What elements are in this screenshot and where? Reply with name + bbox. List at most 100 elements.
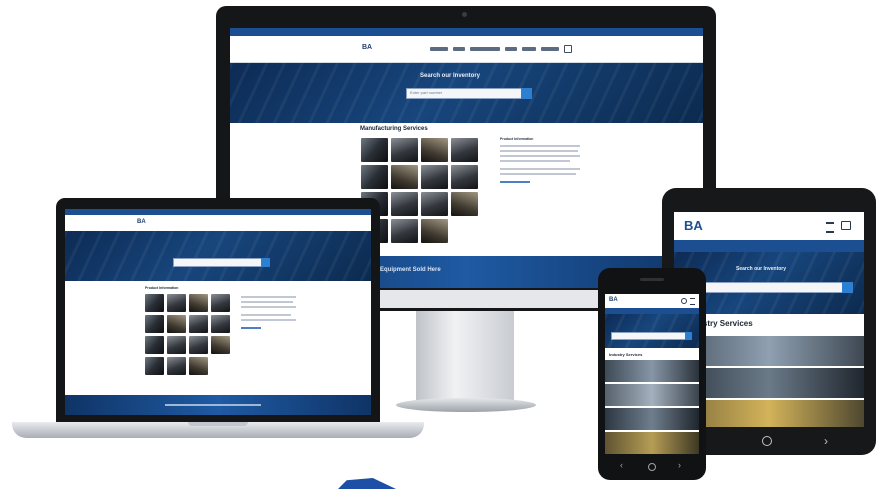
laptop-notch xyxy=(188,422,248,426)
desktop-search-placeholder: Enter part number xyxy=(410,90,443,95)
desktop-hero: Search our Inventory Enter part number xyxy=(230,63,703,123)
laptop-logo[interactable]: BA xyxy=(137,219,146,225)
phone-forward-icon[interactable]: › xyxy=(678,460,681,470)
laptop-text-line xyxy=(241,301,293,303)
desktop-text-line xyxy=(500,181,530,183)
thumb[interactable] xyxy=(391,138,418,162)
phone-section-title: Industry Services xyxy=(609,352,643,357)
desktop-logo[interactable]: BA xyxy=(362,44,372,51)
desktop-section-title: Manufacturing Services xyxy=(360,126,428,132)
phone-image-1[interactable] xyxy=(605,360,699,382)
thumb[interactable] xyxy=(391,192,418,216)
desktop-text-line xyxy=(500,145,580,147)
thumb[interactable] xyxy=(189,294,208,312)
phone-back-icon[interactable]: ‹ xyxy=(620,460,623,470)
laptop-text-line xyxy=(241,306,296,308)
desktop-text-line xyxy=(500,150,578,152)
desktop-text-line xyxy=(500,168,580,170)
laptop-text-line xyxy=(241,327,261,329)
thumb[interactable] xyxy=(421,165,448,189)
tablet-hero-title: Search our Inventory xyxy=(736,266,787,272)
laptop-footer-line xyxy=(165,404,261,406)
phone-search-button[interactable] xyxy=(685,332,692,340)
camera-dot xyxy=(462,12,467,17)
thumb[interactable] xyxy=(361,138,388,162)
phone-image-4[interactable] xyxy=(605,432,699,454)
laptop-text-line xyxy=(241,314,291,316)
nav-item-5[interactable] xyxy=(522,47,536,51)
tablet-cart-icon[interactable] xyxy=(841,221,851,230)
tablet-logo[interactable]: BA xyxy=(684,218,703,233)
tablet-nav-strip xyxy=(674,240,864,252)
phone-header: BA xyxy=(605,294,699,308)
laptop-text-line xyxy=(241,296,296,298)
thumb[interactable] xyxy=(391,219,418,243)
thumb[interactable] xyxy=(211,315,230,333)
phone-home-icon[interactable] xyxy=(648,463,656,471)
thumb[interactable] xyxy=(211,336,230,354)
nav-item-6[interactable] xyxy=(541,47,559,51)
tablet-home-icon[interactable] xyxy=(762,436,772,446)
nav-item-3[interactable] xyxy=(470,47,500,51)
desktop-text-line xyxy=(500,155,580,157)
thumb[interactable] xyxy=(421,192,448,216)
thumb[interactable] xyxy=(451,192,478,216)
thumb[interactable] xyxy=(189,357,208,375)
laptop-footer xyxy=(65,395,371,415)
phone-image-3[interactable] xyxy=(605,408,699,430)
phone-logo[interactable]: BA xyxy=(609,297,618,303)
laptop-search-input[interactable] xyxy=(173,258,263,267)
tablet-search-button[interactable] xyxy=(842,282,853,293)
nav-item-4[interactable] xyxy=(505,47,517,51)
thumb[interactable] xyxy=(189,336,208,354)
desktop-hero-title: Search our Inventory xyxy=(420,73,481,79)
utility-bar xyxy=(230,28,703,36)
tablet-forward-icon[interactable]: › xyxy=(824,434,828,448)
nav-item-1[interactable] xyxy=(430,47,448,51)
laptop-thumb-grid xyxy=(145,294,235,375)
thumb[interactable] xyxy=(145,357,164,375)
thumb[interactable] xyxy=(211,294,230,312)
thumb[interactable] xyxy=(361,165,388,189)
thumb[interactable] xyxy=(451,165,478,189)
tablet-menu-icon[interactable] xyxy=(826,222,834,233)
brand-mark-partial xyxy=(338,478,396,489)
thumb[interactable] xyxy=(145,336,164,354)
phone-menu-icon[interactable] xyxy=(690,298,695,305)
thumb[interactable] xyxy=(167,336,186,354)
laptop-section-title: Product Information xyxy=(145,286,179,290)
laptop-search-button[interactable] xyxy=(261,258,270,267)
nav-bar: BA xyxy=(230,36,703,63)
desktop-search-input[interactable]: Enter part number xyxy=(406,88,522,99)
laptop-screen: BA Product Information xyxy=(65,209,371,415)
phone-hero xyxy=(605,314,699,348)
phone-search-input[interactable] xyxy=(611,332,687,340)
thumb[interactable] xyxy=(451,138,478,162)
thumb[interactable] xyxy=(167,357,186,375)
desktop-info-title: Product Information xyxy=(500,137,534,141)
phone: BA Industry Services ‹ › xyxy=(598,268,706,480)
thumb[interactable] xyxy=(145,315,164,333)
cart-icon[interactable] xyxy=(564,45,572,53)
thumb[interactable] xyxy=(167,315,186,333)
laptop-text-line xyxy=(241,319,296,321)
thumb[interactable] xyxy=(145,294,164,312)
laptop-hero xyxy=(65,231,371,281)
tablet-header: BA xyxy=(674,212,864,240)
desktop-text-line xyxy=(500,173,576,175)
phone-search-icon[interactable] xyxy=(681,298,687,304)
phone-image-2[interactable] xyxy=(605,384,699,406)
laptop: BA Product Information xyxy=(56,198,380,422)
monitor-stand-base xyxy=(396,398,536,412)
thumb[interactable] xyxy=(189,315,208,333)
nav-item-2[interactable] xyxy=(453,47,465,51)
laptop-nav: BA xyxy=(65,215,371,231)
tablet-search-input[interactable] xyxy=(694,282,844,293)
thumb[interactable] xyxy=(421,219,448,243)
desktop-text-line xyxy=(500,160,570,162)
desktop-search-button[interactable] xyxy=(521,88,532,99)
desktop-footer-text: Equipment Sold Here xyxy=(380,267,441,273)
thumb[interactable] xyxy=(421,138,448,162)
thumb[interactable] xyxy=(167,294,186,312)
thumb[interactable] xyxy=(391,165,418,189)
